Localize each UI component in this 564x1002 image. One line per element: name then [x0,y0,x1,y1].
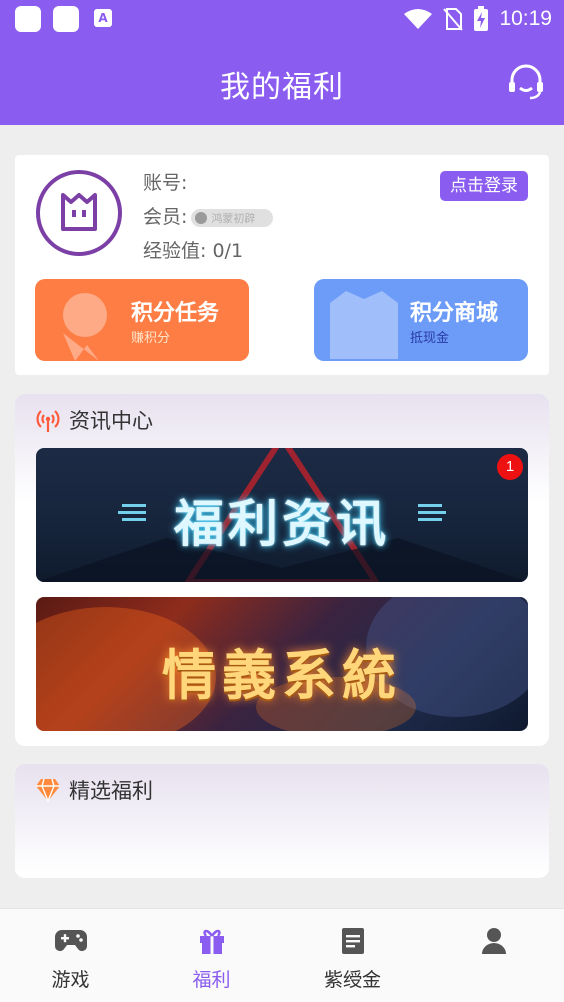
exp-row: 经验值: 0/1 [143,236,243,263]
nav-welfare[interactable]: 福利 [141,909,282,1002]
clock: 10:19 [499,7,552,30]
person-icon [481,928,506,954]
exp-label: 经验值: [143,240,207,262]
points-task-subtitle: 赚积分 [131,331,171,346]
featured-section: 精选福利 [15,764,549,878]
headset-icon[interactable] [506,62,546,102]
nav-games[interactable]: 游戏 [0,909,141,1002]
login-button[interactable]: 点击登录 [440,171,528,201]
no-sim-icon [443,8,464,31]
shop-icon [330,291,398,359]
wifi-icon [404,9,433,29]
member-badge: 鸿蒙初辟 [191,208,274,227]
news-title: 资讯中心 [69,409,153,433]
news-banner-welfare[interactable]: 福利资讯 1 [36,448,528,582]
points-task-title: 积分任务 [131,301,220,326]
bottom-navigation: 游戏 福利 紫绶金 [0,908,564,1002]
news-banner-loyalty-text: 情義系統 [162,644,402,707]
gamepad-icon [54,930,87,951]
news-header: 资讯中心 [35,404,153,436]
news-section: 资讯中心 福利资讯 1 情義系統 [15,394,549,746]
broadcast-icon [36,410,60,432]
page-title: 我的福利 [220,70,344,105]
nav-profile[interactable] [423,909,564,1002]
account-card: 账号: 会员: 鸿蒙初辟 经验值: 0/1 点击登录 积分任务 赚积分 积分商城 … [15,155,549,375]
points-task-button[interactable]: 积分任务 赚积分 [35,279,249,361]
status-bar: A 10:19 [0,0,564,40]
app-header: A 10:19 我的福利 [0,0,564,125]
nav-purple-gold[interactable]: 紫绶金 [282,909,423,1002]
nav-purple-gold-label: 紫绶金 [323,969,381,991]
crown-face-icon [61,193,97,231]
member-label: 会员: [143,206,188,228]
diamond-icon [36,778,60,802]
points-shop-subtitle: 抵现金 [410,331,450,346]
member-row: 会员: 鸿蒙初辟 [143,202,274,229]
battery-charging-icon [474,6,489,31]
member-badge-text: 鸿蒙初辟 [211,211,256,225]
app-square-icon [15,6,41,32]
badge-dot-icon [195,211,208,224]
avatar[interactable] [36,170,122,256]
news-banner-loyalty[interactable]: 情義系統 [36,597,528,731]
featured-header: 精选福利 [35,774,153,806]
exp-value: 0/1 [212,240,244,262]
status-right: 10:19 [403,4,552,34]
account-label: 账号: [143,172,188,194]
document-icon [341,928,364,954]
notification-badge: 1 [497,454,523,480]
nav-games-label: 游戏 [51,969,90,991]
app-square-icon [53,6,79,32]
gift-icon [199,929,224,954]
points-shop-title: 积分商城 [410,301,499,326]
featured-title: 精选福利 [69,779,153,803]
points-shop-button[interactable]: 积分商城 抵现金 [314,279,528,361]
news-banner-welfare-text: 福利资讯 [174,495,390,553]
nav-welfare-label: 福利 [192,969,231,991]
a-letter-icon: A [94,9,112,27]
flag-icon [63,293,107,361]
